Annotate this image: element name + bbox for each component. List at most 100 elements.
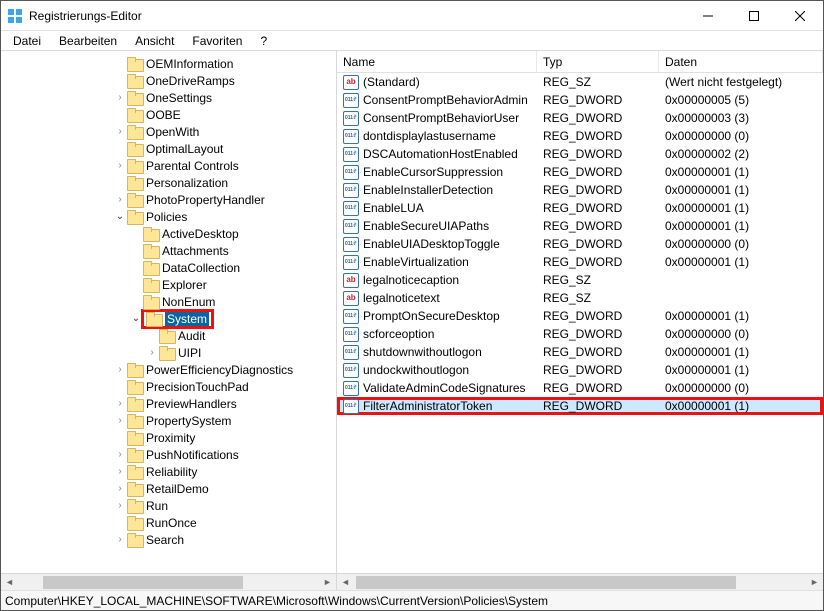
value-name: EnableCursorSuppression	[363, 165, 503, 179]
column-data[interactable]: Daten	[659, 51, 823, 72]
list-row[interactable]: EnableVirtualizationREG_DWORD0x00000001 …	[337, 253, 823, 271]
menu-view[interactable]: Ansicht	[127, 32, 182, 50]
list-header: Name Typ Daten	[337, 51, 823, 73]
dword-value-icon	[343, 219, 359, 234]
list-row[interactable]: EnableInstallerDetectionREG_DWORD0x00000…	[337, 181, 823, 199]
list-hscrollbar[interactable]: ◄ ►	[337, 573, 823, 590]
chevron-right-icon[interactable]: ›	[113, 414, 127, 428]
tree-item[interactable]: ActiveDesktop	[1, 225, 336, 242]
expander-spacer	[113, 516, 127, 530]
maximize-button[interactable]	[731, 1, 777, 31]
chevron-right-icon[interactable]: ›	[145, 346, 159, 360]
chevron-right-icon[interactable]: ›	[113, 397, 127, 411]
chevron-right-icon[interactable]: ›	[113, 465, 127, 479]
tree-item[interactable]: OOBE	[1, 106, 336, 123]
list-row[interactable]: PromptOnSecureDesktopREG_DWORD0x00000001…	[337, 307, 823, 325]
tree-item[interactable]: ›PropertySystem	[1, 412, 336, 429]
list-row[interactable]: DSCAutomationHostEnabledREG_DWORD0x00000…	[337, 145, 823, 163]
tree-item[interactable]: › UIPI	[1, 344, 336, 361]
tree-item[interactable]: OEMInformation	[1, 55, 336, 72]
tree-hscrollbar[interactable]: ◄ ►	[1, 573, 336, 590]
chevron-right-icon[interactable]: ›	[113, 499, 127, 513]
tree-item[interactable]: NonEnum	[1, 293, 336, 310]
tree-item[interactable]: ›PhotoPropertyHandler	[1, 191, 336, 208]
menu-file[interactable]: Datei	[5, 32, 49, 50]
tree-item[interactable]: RunOnce	[1, 514, 336, 531]
tree-item[interactable]: OneDriveRamps	[1, 72, 336, 89]
chevron-right-icon[interactable]: ›	[113, 125, 127, 139]
chevron-right-icon[interactable]: ›	[113, 193, 127, 207]
list-row[interactable]: ValidateAdminCodeSignaturesREG_DWORD0x00…	[337, 379, 823, 397]
tree-item[interactable]: Personalization	[1, 174, 336, 191]
list-row[interactable]: FilterAdministratorTokenREG_DWORD0x00000…	[337, 397, 823, 415]
list-row[interactable]: EnableUIADesktopToggleREG_DWORD0x0000000…	[337, 235, 823, 253]
list-row[interactable]: EnableLUAREG_DWORD0x00000001 (1)	[337, 199, 823, 217]
tree-item[interactable]: Audit	[1, 327, 336, 344]
expander-spacer	[113, 142, 127, 156]
tree-item[interactable]: ›Parental Controls	[1, 157, 336, 174]
value-name: undockwithoutlogon	[363, 363, 469, 377]
list-row[interactable]: (Standard)REG_SZ(Wert nicht festgelegt)	[337, 73, 823, 91]
app-icon	[7, 8, 23, 24]
expander-spacer	[129, 278, 143, 292]
value-type: REG_DWORD	[537, 399, 659, 413]
dword-value-icon	[343, 165, 359, 180]
chevron-right-icon[interactable]: ›	[113, 159, 127, 173]
dword-value-icon	[343, 183, 359, 198]
list-row[interactable]: shutdownwithoutlogonREG_DWORD0x00000001 …	[337, 343, 823, 361]
tree-item[interactable]: Attachments	[1, 242, 336, 259]
list-row[interactable]: scforceoptionREG_DWORD0x00000000 (0)	[337, 325, 823, 343]
list-row[interactable]: EnableSecureUIAPathsREG_DWORD0x00000001 …	[337, 217, 823, 235]
tree-item[interactable]: ⌄Policies	[1, 208, 336, 225]
tree-item[interactable]: Proximity	[1, 429, 336, 446]
chevron-right-icon[interactable]: ›	[113, 448, 127, 462]
list-row[interactable]: ConsentPromptBehaviorAdminREG_DWORD0x000…	[337, 91, 823, 109]
scroll-left-icon[interactable]: ◄	[1, 574, 18, 591]
tree-item[interactable]: ›OpenWith	[1, 123, 336, 140]
list-row[interactable]: EnableCursorSuppressionREG_DWORD0x000000…	[337, 163, 823, 181]
tree-item[interactable]: DataCollection	[1, 259, 336, 276]
value-type: REG_DWORD	[537, 219, 659, 233]
scroll-right-icon[interactable]: ►	[319, 574, 336, 591]
folder-icon	[159, 329, 175, 343]
scroll-left-icon[interactable]: ◄	[337, 574, 354, 591]
menu-help[interactable]: ?	[252, 32, 275, 50]
value-type: REG_DWORD	[537, 363, 659, 377]
list-row[interactable]: dontdisplaylastusernameREG_DWORD0x000000…	[337, 127, 823, 145]
list-row[interactable]: legalnoticetextREG_SZ	[337, 289, 823, 307]
string-value-icon	[343, 273, 359, 288]
tree-item[interactable]: OptimalLayout	[1, 140, 336, 157]
scroll-right-icon[interactable]: ►	[806, 574, 823, 591]
value-name: legalnoticecaption	[363, 273, 459, 287]
column-name[interactable]: Name	[337, 51, 537, 72]
list-row[interactable]: legalnoticecaptionREG_SZ	[337, 271, 823, 289]
chevron-down-icon[interactable]: ⌄	[113, 210, 127, 224]
chevron-right-icon[interactable]: ›	[113, 91, 127, 105]
chevron-right-icon[interactable]: ›	[113, 363, 127, 377]
tree-item[interactable]: ›RetailDemo	[1, 480, 336, 497]
menu-edit[interactable]: Bearbeiten	[51, 32, 125, 50]
tree-item[interactable]: PrecisionTouchPad	[1, 378, 336, 395]
tree-item[interactable]: Explorer	[1, 276, 336, 293]
tree-item[interactable]: ⌄System	[1, 310, 336, 327]
tree-item[interactable]: ›Search	[1, 531, 336, 548]
tree-item-label: PowerEfficiencyDiagnostics	[146, 363, 293, 377]
tree-item[interactable]: ›PreviewHandlers	[1, 395, 336, 412]
tree-item[interactable]: ›Reliability	[1, 463, 336, 480]
expander-spacer	[113, 176, 127, 190]
column-type[interactable]: Typ	[537, 51, 659, 72]
list-row[interactable]: undockwithoutlogonREG_DWORD0x00000001 (1…	[337, 361, 823, 379]
chevron-right-icon[interactable]: ›	[113, 533, 127, 547]
tree-item[interactable]: › PowerEfficiencyDiagnostics	[1, 361, 336, 378]
tree-item-label: UIPI	[178, 346, 201, 360]
chevron-right-icon[interactable]: ›	[113, 482, 127, 496]
folder-icon	[127, 465, 143, 479]
minimize-button[interactable]	[685, 1, 731, 31]
tree-item[interactable]: ›OneSettings	[1, 89, 336, 106]
expander-spacer	[145, 329, 159, 343]
menu-favorites[interactable]: Favoriten	[184, 32, 250, 50]
tree-item[interactable]: ›PushNotifications	[1, 446, 336, 463]
close-button[interactable]	[777, 1, 823, 31]
tree-item[interactable]: ›Run	[1, 497, 336, 514]
list-row[interactable]: ConsentPromptBehaviorUserREG_DWORD0x0000…	[337, 109, 823, 127]
